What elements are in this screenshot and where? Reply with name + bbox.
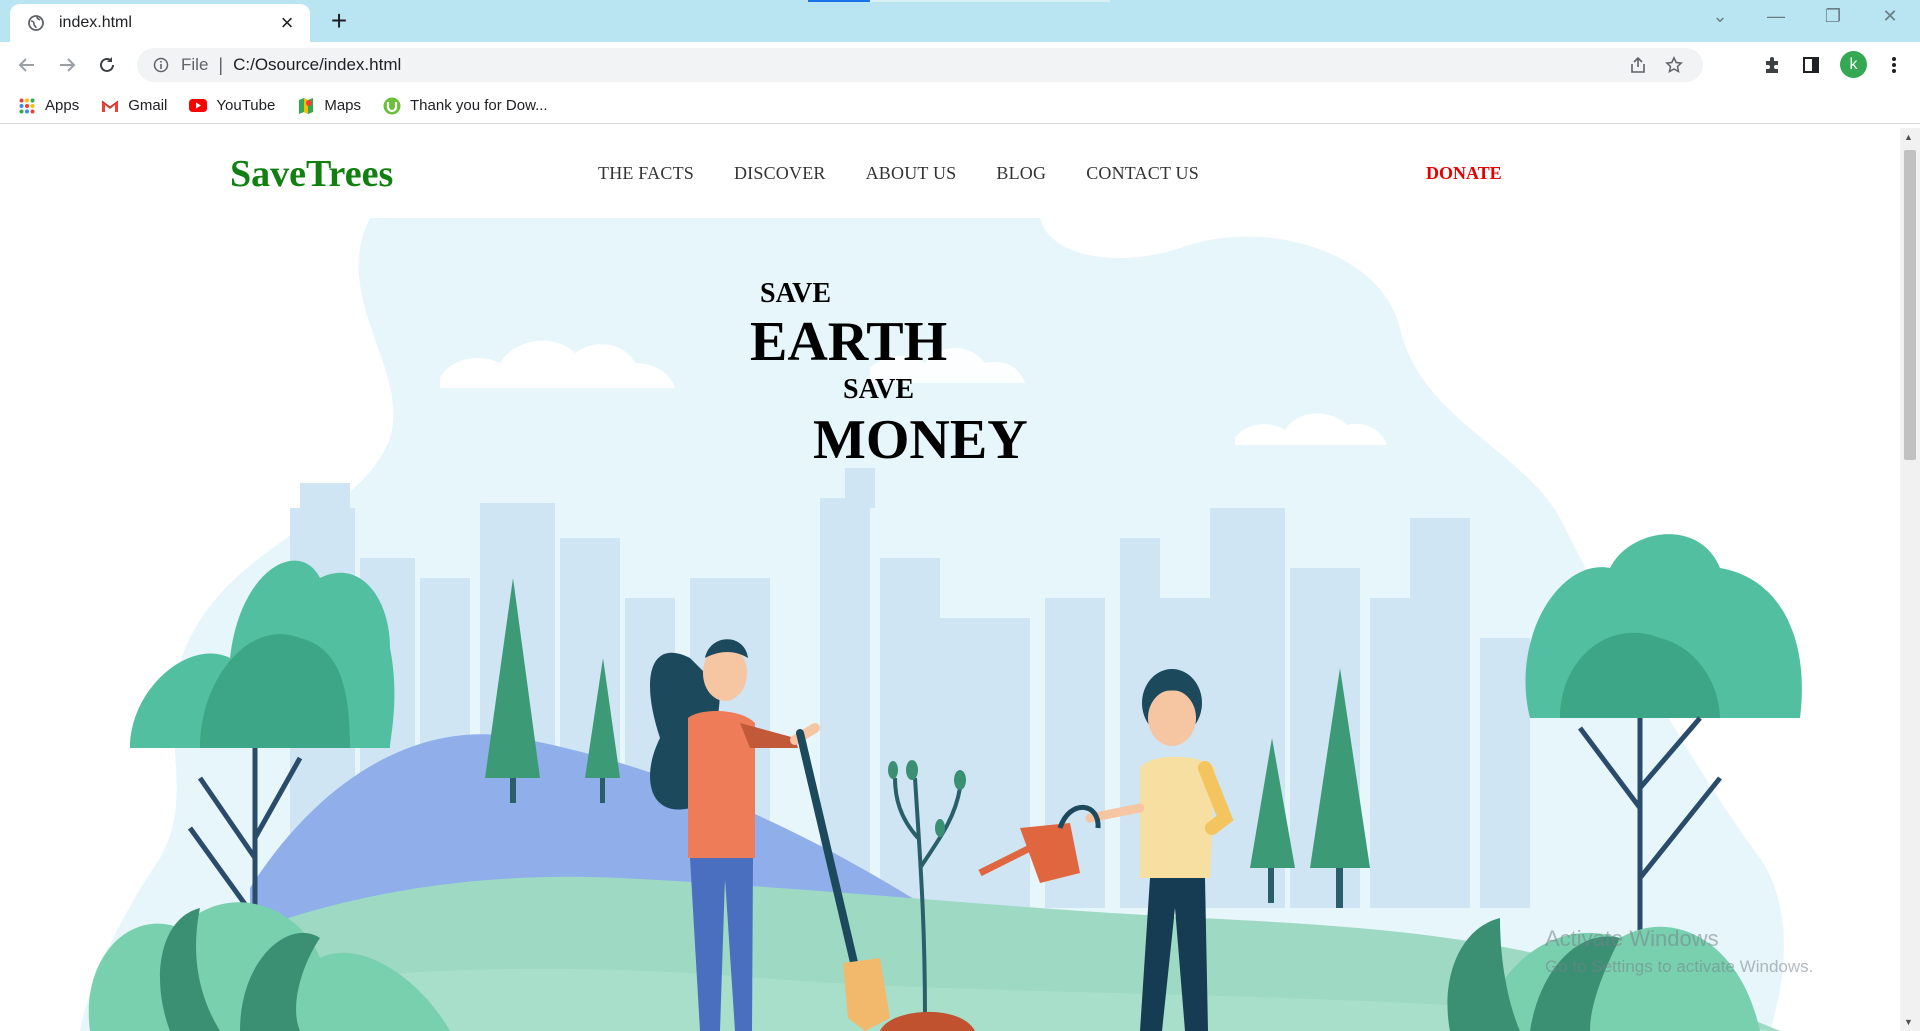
bookmark-maps[interactable]: Maps (297, 97, 361, 115)
arrow-left-icon (18, 58, 34, 72)
url-separator: | (218, 54, 224, 75)
windows-activation-watermark: Activate Windows Go to Settings to activ… (1545, 925, 1813, 981)
close-window-button[interactable]: ✕ (1870, 6, 1910, 27)
new-tab-button[interactable]: + (325, 7, 353, 35)
share-icon[interactable] (1623, 50, 1653, 80)
main-menu: THE FACTS DISCOVER ABOUT US BLOG CONTACT… (598, 163, 1239, 184)
scroll-thumb[interactable] (1904, 150, 1916, 460)
bookmarks-bar: Apps Gmail YouTube Maps Thank you for Do… (0, 88, 1920, 124)
hero-illustration (80, 218, 1802, 1031)
bookmark-label: Apps (45, 97, 80, 114)
hero-line-money: MONEY (813, 409, 1028, 471)
bookmark-star-icon[interactable] (1659, 50, 1689, 80)
arrow-right-icon (60, 58, 76, 72)
menu-item-blog[interactable]: BLOG (996, 163, 1046, 184)
donate-link[interactable]: DONATE (1426, 163, 1502, 184)
site-logo[interactable]: SaveTrees (230, 152, 393, 196)
reload-icon (100, 57, 114, 72)
browser-window: index.html × + ⌄ — ❐ ✕ File | C:/Osource… (0, 0, 1920, 1031)
address-bar[interactable]: File | C:/Osource/index.html (137, 48, 1703, 82)
bookmark-apps[interactable]: Apps (18, 97, 79, 115)
profile-avatar[interactable]: k (1840, 51, 1867, 78)
bookmark-label: Maps (324, 97, 362, 114)
extensions-puzzle-icon[interactable] (1758, 51, 1786, 79)
reload-button[interactable] (93, 51, 121, 79)
tab-strip: index.html × + ⌄ — ❐ ✕ (0, 0, 1920, 42)
hero-line-earth: EARTH (750, 311, 948, 373)
utorrent-icon (383, 97, 401, 115)
minimize-button[interactable]: — (1756, 6, 1796, 27)
page-viewport: SaveTrees THE FACTS DISCOVER ABOUT US BL… (0, 128, 1900, 1031)
scroll-up-arrow-icon[interactable]: ▲ (1904, 132, 1913, 142)
bookmark-thank-you[interactable]: Thank you for Dow... (383, 97, 548, 115)
scroll-down-arrow-icon[interactable]: ▼ (1904, 1017, 1913, 1027)
globe-icon (26, 13, 46, 33)
back-button[interactable] (13, 51, 41, 79)
tab-strip-accent (808, 0, 870, 2)
forward-button[interactable] (53, 51, 81, 79)
menu-item-about-us[interactable]: ABOUT US (866, 163, 957, 184)
more-menu-icon[interactable] (1880, 51, 1908, 79)
bookmark-youtube[interactable]: YouTube (189, 97, 275, 115)
watermark-subtitle: Go to Settings to activate Windows. (1545, 957, 1814, 976)
info-icon[interactable] (151, 55, 171, 75)
apps-grid-icon (18, 97, 36, 115)
tab-title: index.html (59, 14, 132, 31)
url-text[interactable]: C:/Osource/index.html (233, 55, 1617, 75)
bookmark-label: YouTube (216, 97, 276, 114)
page-scrollbar[interactable]: ▲ ▼ (1900, 128, 1920, 1031)
bookmark-label: Thank you for Dow... (410, 97, 548, 114)
menu-item-the-facts[interactable]: THE FACTS (598, 163, 694, 184)
side-panel-icon[interactable] (1797, 51, 1825, 79)
tab-strip-accent-light (870, 0, 1110, 2)
hero-section: SAVE EARTH SAVE MONEY (0, 218, 1900, 1031)
close-tab-icon[interactable]: × (276, 12, 298, 34)
browser-toolbar: File | C:/Osource/index.html k (0, 42, 1920, 88)
bookmark-label: Gmail (128, 97, 168, 114)
url-scheme: File (181, 55, 209, 74)
menu-item-discover[interactable]: DISCOVER (734, 163, 826, 184)
tab-search-chevron-icon[interactable]: ⌄ (1700, 6, 1740, 27)
hero-line-save-1: SAVE (760, 278, 832, 309)
youtube-icon (189, 97, 208, 115)
maps-icon (297, 97, 315, 115)
watermark-title: Activate Windows (1545, 926, 1719, 951)
site-header: SaveTrees THE FACTS DISCOVER ABOUT US BL… (0, 128, 1900, 218)
bookmark-gmail[interactable]: Gmail (101, 97, 167, 115)
menu-item-contact-us[interactable]: CONTACT US (1086, 163, 1199, 184)
hero-line-save-2: SAVE (843, 374, 915, 405)
restore-button[interactable]: ❐ (1813, 6, 1853, 27)
browser-tab[interactable]: index.html × (10, 4, 310, 42)
gmail-icon (101, 97, 119, 115)
